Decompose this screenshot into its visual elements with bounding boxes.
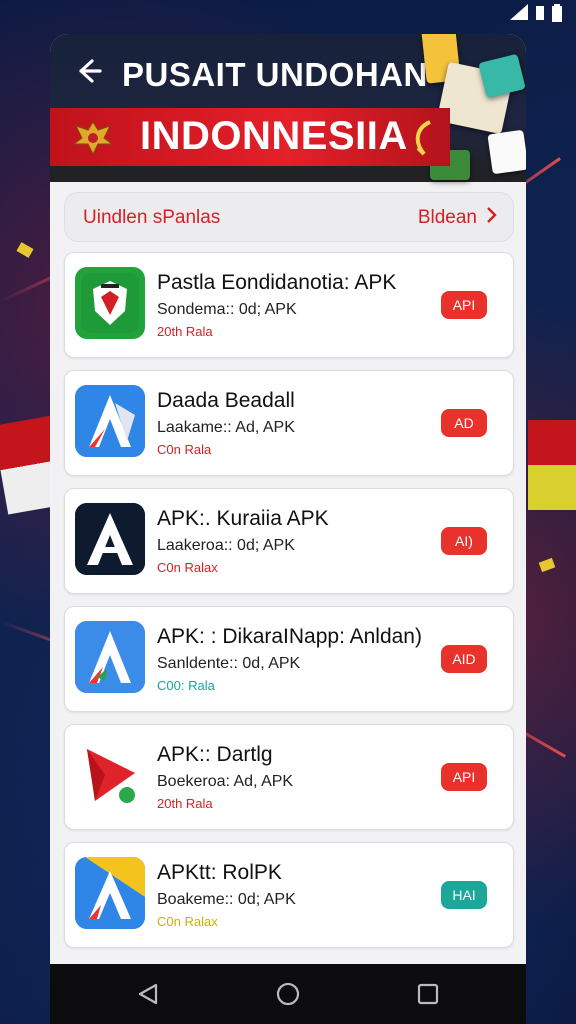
app-subtitle: Boakeme:: 0d; APK: [157, 891, 296, 908]
app-store-card: PUSAIT UNDOHAN INDONNESIIA Uindlen sPanl…: [50, 34, 526, 964]
list-item[interactable]: APKtt: RolPK Boakeme:: 0d; APK C0n Ralax…: [64, 842, 514, 948]
app-icon-letter-a: [75, 503, 145, 575]
swoosh-icon: [410, 118, 436, 158]
install-button[interactable]: AID: [441, 645, 487, 673]
chevron-right-icon[interactable]: [485, 204, 499, 232]
list-item[interactable]: APK:: Dartlg Boekeroa: Ad, APK 20th Rala…: [64, 724, 514, 830]
list-item[interactable]: Daada Beadall Laakame:: Ad, APK C0n Rala…: [64, 370, 514, 476]
app-subtitle: Boekeroa: Ad, APK: [157, 773, 294, 790]
page-title: PUSAIT UNDOHAN: [122, 56, 428, 93]
app-name: Daada Beadall: [157, 389, 295, 412]
app-subtitle: Laakeroa:: 0d; APK: [157, 537, 295, 554]
signal-icon: [536, 4, 544, 27]
banner-title: INDONNESIIA: [140, 114, 408, 158]
status-bar: [510, 4, 562, 27]
app-size: 20th Rala: [157, 324, 213, 339]
background-flag: [528, 420, 576, 510]
decorative-card: [487, 129, 526, 175]
filter-sort-label[interactable]: Bldean: [418, 207, 477, 229]
app-name: Pastla Eondidanotia: APK: [157, 271, 397, 294]
nav-home-icon[interactable]: [276, 982, 300, 1006]
signal-icon: [510, 4, 528, 27]
app-subtitle: Sanldente:: 0d, APK: [157, 655, 301, 672]
app-name: APK:. Kuraiia APK: [157, 507, 329, 530]
app-icon-shield: [75, 267, 145, 339]
list-item[interactable]: APK: : DikaraINapp: Anldan) Sanldente:: …: [64, 606, 514, 712]
install-button[interactable]: AD: [441, 409, 487, 437]
app-size: 20th Rala: [157, 796, 213, 811]
install-button[interactable]: API: [441, 763, 487, 791]
install-button[interactable]: AI): [441, 527, 487, 555]
app-name: APK: : DikaraINapp: Anldan): [157, 625, 422, 648]
app-size: C0n Rala: [157, 442, 212, 457]
filter-bar[interactable]: Uindlen sPanlas Bldean: [64, 192, 514, 242]
app-name: APKtt: RolPK: [157, 861, 282, 884]
app-subtitle: Laakame:: Ad, APK: [157, 419, 295, 436]
decorative-card: [478, 53, 526, 99]
nav-recents-icon[interactable]: [416, 982, 440, 1006]
header: PUSAIT UNDOHAN INDONNESIIA: [50, 34, 526, 182]
app-icon-play-triangle: [75, 739, 145, 811]
app-name: APK:: Dartlg: [157, 743, 273, 766]
app-icon-letter-a: [75, 385, 145, 457]
navigation-bar: [50, 964, 526, 1024]
battery-icon: [552, 4, 562, 27]
app-size: C0n Ralax: [157, 914, 218, 929]
app-icon-letter-a: [75, 857, 145, 929]
app-icon-letter-a: [75, 621, 145, 693]
install-button[interactable]: HAI: [441, 881, 487, 909]
app-size: C00: Rala: [157, 678, 215, 693]
app-subtitle: Sondema:: 0d; APK: [157, 301, 297, 318]
list-item[interactable]: Pastla Eondidanotia: APK Sondema:: 0d; A…: [64, 252, 514, 358]
nav-back-icon[interactable]: [136, 982, 160, 1006]
garuda-emblem-icon: [70, 118, 116, 158]
filter-label[interactable]: Uindlen sPanlas: [83, 207, 220, 229]
app-size: C0n Ralax: [157, 560, 218, 575]
back-arrow-icon[interactable]: [72, 56, 106, 90]
install-button[interactable]: API: [441, 291, 487, 319]
list-item[interactable]: APK:. Kuraiia APK Laakeroa:: 0d; APK C0n…: [64, 488, 514, 594]
